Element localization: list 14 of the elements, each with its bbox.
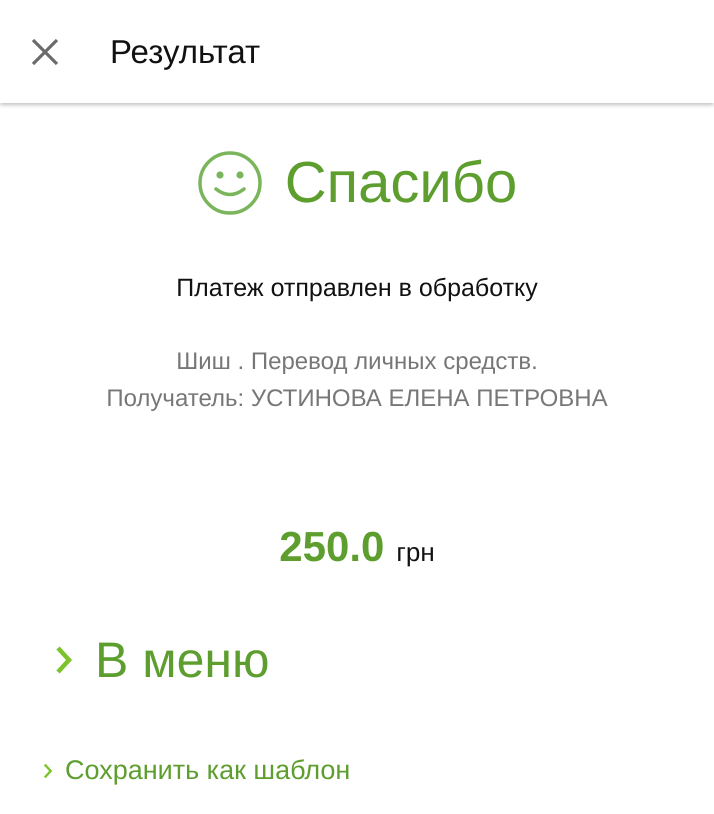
menu-link[interactable]: В меню bbox=[55, 631, 714, 689]
thanks-heading: Спасибо bbox=[284, 149, 518, 216]
amount-value: 250.0 bbox=[279, 523, 384, 571]
smiley-icon bbox=[196, 150, 263, 216]
chevron-icon bbox=[43, 762, 53, 778]
screen-title: Результат bbox=[110, 32, 260, 70]
save-template-link[interactable]: Сохранить как шаблон bbox=[43, 755, 714, 786]
status-text: Платеж отправлен в обработку bbox=[175, 274, 539, 303]
currency-label: грн bbox=[396, 537, 435, 568]
payment-description: Шиш . Перевод личных средств. bbox=[175, 347, 539, 377]
close-button[interactable] bbox=[30, 36, 60, 66]
close-icon bbox=[30, 36, 60, 66]
chevron-icon bbox=[55, 645, 73, 675]
payment-description: Получатель: УСТИНОВА ЕЛЕНА ПЕТРОВНА bbox=[105, 384, 609, 414]
